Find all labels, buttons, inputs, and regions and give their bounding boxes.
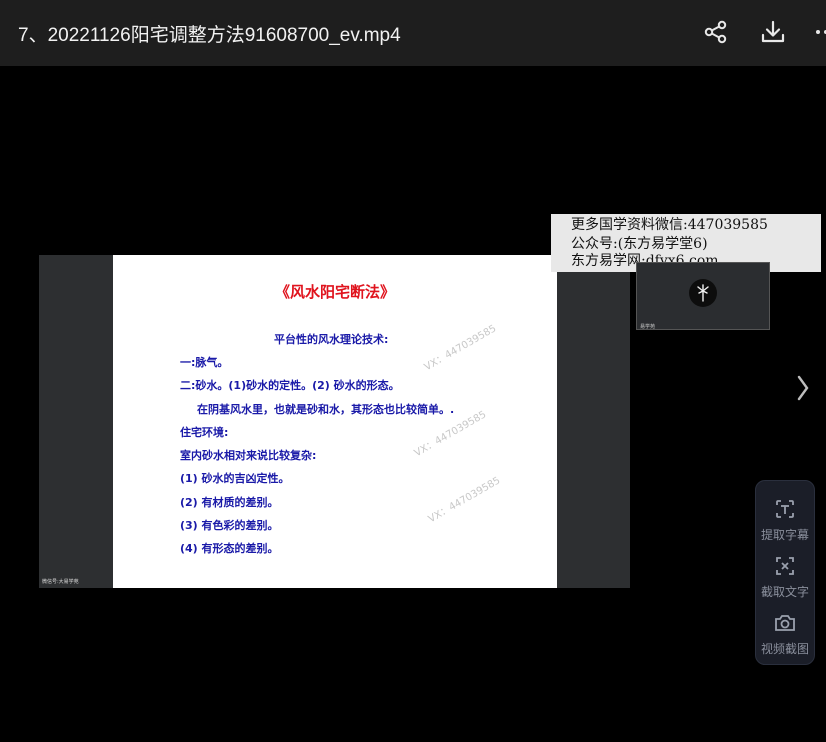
slide-line: (2) 有材质的差别。 — [180, 496, 279, 509]
more-icon[interactable] — [812, 18, 826, 46]
tool-panel: 提取字幕 截取文字 视频截图 — [755, 480, 815, 665]
slide-line: 平台性的风水理论技术: — [274, 333, 389, 346]
slide-line: (4) 有形态的差别。 — [180, 542, 279, 555]
speaker-avatar — [689, 279, 717, 307]
thumbnail-label: 易学苑 — [640, 324, 656, 330]
watermark: VX：447039585 — [422, 323, 499, 374]
extract-subtitle-label: 提取字幕 — [760, 528, 809, 542]
next-chevron-icon[interactable] — [794, 372, 812, 404]
slide-title: 《风水阳宅断法》 — [274, 283, 395, 301]
screenshot-camera-icon — [775, 615, 795, 631]
video-screenshot-button[interactable]: 视频截图 — [756, 603, 814, 659]
extract-subtitle-icon — [776, 500, 794, 518]
camera-label: 微信号:大易学苑 — [42, 579, 79, 585]
speaker-thumbnail[interactable]: 易学苑 — [636, 262, 770, 330]
download-icon[interactable] — [759, 18, 787, 46]
slide-line: 室内砂水相对来说比较复杂: — [180, 449, 317, 462]
share-icon[interactable] — [702, 18, 730, 46]
watermark: VX：447039585 — [426, 475, 503, 526]
slide-line: 住宅环境: — [180, 426, 229, 439]
slide-line: 二:砂水。(1)砂水的定性。(2) 砂水的形态。 — [180, 379, 400, 392]
flower-icon — [697, 284, 709, 302]
overlay-line-wechat: 更多国学资料微信:447039585 — [571, 217, 768, 233]
capture-text-button[interactable]: 截取文字 — [756, 546, 814, 602]
slide-line: 一:脉气。 — [180, 356, 229, 369]
capture-text-label: 截取文字 — [760, 585, 809, 599]
capture-text-icon — [776, 557, 794, 575]
video-title: 7、20221126阳宅调整方法91608700_ev.mp4 — [18, 25, 401, 46]
extract-subtitle-button[interactable]: 提取字幕 — [756, 489, 814, 545]
video-screenshot-label: 视频截图 — [760, 642, 809, 656]
slide-line: (3) 有色彩的差别。 — [180, 519, 279, 532]
presentation-slide: 《风水阳宅断法》 平台性的风水理论技术: 一:脉气。 二:砂水。(1)砂水的定性… — [113, 255, 557, 588]
top-bar: 7、20221126阳宅调整方法91608700_ev.mp4 — [0, 0, 826, 66]
slide-line: (1) 砂水的吉凶定性。 — [180, 472, 290, 485]
slide-line: 在阴基风水里，也就是砂和水，其形态也比较简单。. — [197, 403, 455, 416]
